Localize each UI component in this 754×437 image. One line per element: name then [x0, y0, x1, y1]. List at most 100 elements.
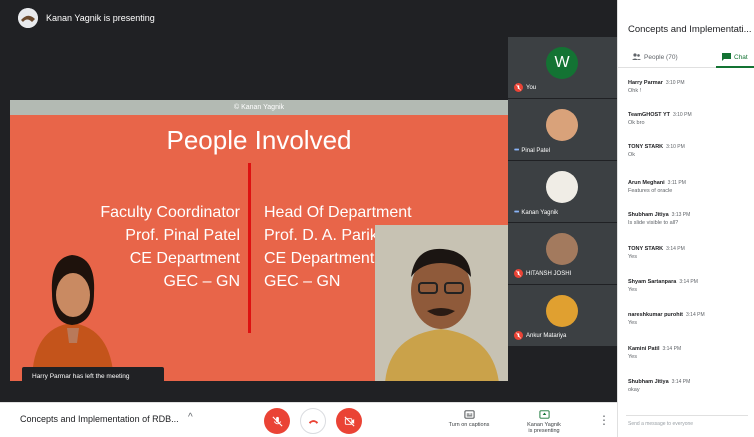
camera-toggle-button[interactable]	[336, 408, 362, 434]
presenting-text: Kanan Yagnik is presenting	[46, 13, 155, 23]
message-time: 3:14 PM	[671, 379, 691, 385]
presenting-bar: Kanan Yagnik is presenting	[0, 0, 617, 36]
tab-people[interactable]: People (70)	[632, 53, 678, 61]
hang-up-button[interactable]	[300, 408, 326, 434]
message-text: Yes	[628, 320, 637, 326]
mic-off-icon	[271, 415, 283, 427]
chat-message: nareshkumar purohit 3:14 PM Yes	[628, 312, 705, 326]
chat-message: Shubham Jitiya 3:13 PM Is slide visible t…	[628, 212, 690, 226]
tab-chat[interactable]: Chat	[722, 53, 748, 61]
presenting-label-2: is presenting	[528, 428, 560, 434]
bottom-control-bar: Concepts and Implementation of RDB... ^ …	[0, 402, 617, 437]
message-sender: Arun Meghani	[628, 180, 665, 186]
message-sender: Kamini Patil	[628, 346, 660, 352]
left-meeting-toast: Harry Parmar has left the meeting	[22, 367, 164, 387]
speaking-icon: •••	[514, 209, 519, 216]
slide-title: People Involved	[166, 125, 352, 155]
chat-message: TONY STARK 3:14 PM Yes	[628, 246, 685, 260]
avatar	[546, 233, 578, 265]
message-time: 3:14 PM	[662, 346, 682, 352]
faculty-photo	[32, 255, 114, 381]
chat-icon	[722, 53, 731, 61]
more-options-icon[interactable]: ⋮	[598, 413, 610, 427]
active-tab-indicator	[716, 66, 754, 68]
message-time: 3:14 PM	[666, 246, 685, 252]
slide-divider	[248, 163, 251, 333]
message-sender: nareshkumar purohit	[628, 312, 684, 318]
panel-tabs: People (70) Chat	[618, 48, 754, 68]
presenter-avatar	[18, 8, 38, 28]
participant-tile-hitansh-joshi[interactable]: HITANSH JOSHI	[508, 222, 617, 284]
participant-name: Ankur Matariya	[526, 332, 567, 339]
message-text: Features of oracle	[628, 188, 673, 194]
participant-tile-you[interactable]: W You	[508, 36, 617, 98]
chat-message: Shubham Jitiya 3:14 PM okay	[628, 379, 690, 393]
tab-people-label: People (70)	[644, 53, 678, 61]
participant-name: You	[526, 84, 537, 91]
participants-strip: W You ••• Pinal Patel ••• Kanan Yagnik HIT…	[508, 36, 617, 346]
camera-off-icon	[343, 415, 355, 427]
participant-name: HITANSH JOSHI	[526, 270, 572, 277]
message-text: Ok bro	[628, 120, 645, 126]
avatar	[546, 171, 578, 203]
message-text: okay	[628, 387, 640, 393]
message-time: 3:11 PM	[667, 180, 686, 186]
message-time: 3:14 PM	[679, 279, 698, 285]
mic-toggle-button[interactable]	[264, 408, 290, 434]
panel-title: Concepts and Implementati...	[628, 24, 752, 35]
chat-message: TONY STARK 3:10 PM Ok	[628, 144, 685, 158]
message-sender: Shyam Sartanpara	[628, 279, 677, 285]
mic-off-icon	[514, 331, 523, 340]
faculty-heading: Faculty Coordinator	[100, 204, 240, 221]
message-time: 3:13 PM	[671, 212, 691, 218]
message-sender: Shubham Jitiya	[628, 379, 669, 385]
presentation-stage: Kanan Yagnik is presenting © Kanan Yagni…	[0, 0, 617, 402]
captions-label: Turn on captions	[448, 422, 490, 428]
message-sender: Harry Parmar	[628, 80, 663, 86]
slide: People Involved Faculty Coordinator Prof…	[10, 115, 508, 381]
phone-hangup-icon	[308, 419, 318, 424]
captions-icon	[463, 410, 475, 419]
avatar	[546, 295, 578, 327]
message-time: 3:14 PM	[686, 312, 705, 318]
message-text: Yes	[628, 287, 637, 293]
hod-heading: Head Of Department	[264, 204, 412, 221]
message-text: Yes	[628, 354, 637, 360]
chat-message: Kamini Patil 3:14 PM Yes	[628, 346, 681, 360]
mic-off-icon	[514, 269, 523, 278]
chat-message-input[interactable]: Send a message to everyone	[626, 415, 748, 431]
captions-button[interactable]: Turn on captions	[443, 409, 495, 428]
message-time: 3:10 PM	[665, 80, 685, 86]
speaking-icon: •••	[514, 147, 519, 154]
message-text: Ohk !	[628, 88, 642, 94]
message-time: 3:10 PM	[672, 112, 692, 118]
chat-message: TeamGHOST YT 3:10 PM Ok bro	[628, 112, 692, 126]
side-panel: Concepts and Implementati... People (70)…	[617, 0, 754, 437]
slide-watermark: © Kanan Yagnik	[10, 100, 508, 115]
present-screen-icon	[538, 410, 550, 419]
message-time: 3:10 PM	[666, 144, 685, 150]
avatar	[546, 109, 578, 141]
message-sender: TONY STARK	[628, 144, 664, 150]
meeting-title[interactable]: Concepts and Implementation of RDB...	[20, 414, 179, 424]
participant-tile-ankur-matariya[interactable]: Ankur Matariya	[508, 284, 617, 346]
mic-off-icon	[514, 83, 523, 92]
message-sender: TONY STARK	[628, 246, 664, 252]
hod-photo	[375, 225, 508, 381]
participant-name: Pinal Patel	[521, 147, 551, 154]
message-text: Ok	[628, 152, 636, 158]
tab-chat-label: Chat	[734, 53, 748, 61]
chat-message: Harry Parmar 3:10 PM Ohk !	[628, 80, 684, 94]
avatar: W	[546, 47, 578, 79]
chat-message: Shyam Sartanpara 3:14 PM Yes	[628, 279, 698, 293]
participant-tile-kanan-yagnik[interactable]: ••• Kanan Yagnik	[508, 160, 617, 222]
presenting-button[interactable]: Kanan Yagnik is presenting	[518, 409, 570, 434]
chevron-up-icon[interactable]: ^	[188, 412, 193, 423]
participant-name: Kanan Yagnik	[521, 209, 559, 216]
people-icon	[632, 53, 641, 60]
message-text: Yes	[628, 254, 637, 260]
message-sender: TeamGHOST YT	[628, 112, 670, 118]
chat-message: Arun Meghani 3:11 PM Features of oracle	[628, 180, 686, 194]
participant-tile-pinal-patel[interactable]: ••• Pinal Patel	[508, 98, 617, 160]
message-sender: Shubham Jitiya	[628, 212, 669, 218]
